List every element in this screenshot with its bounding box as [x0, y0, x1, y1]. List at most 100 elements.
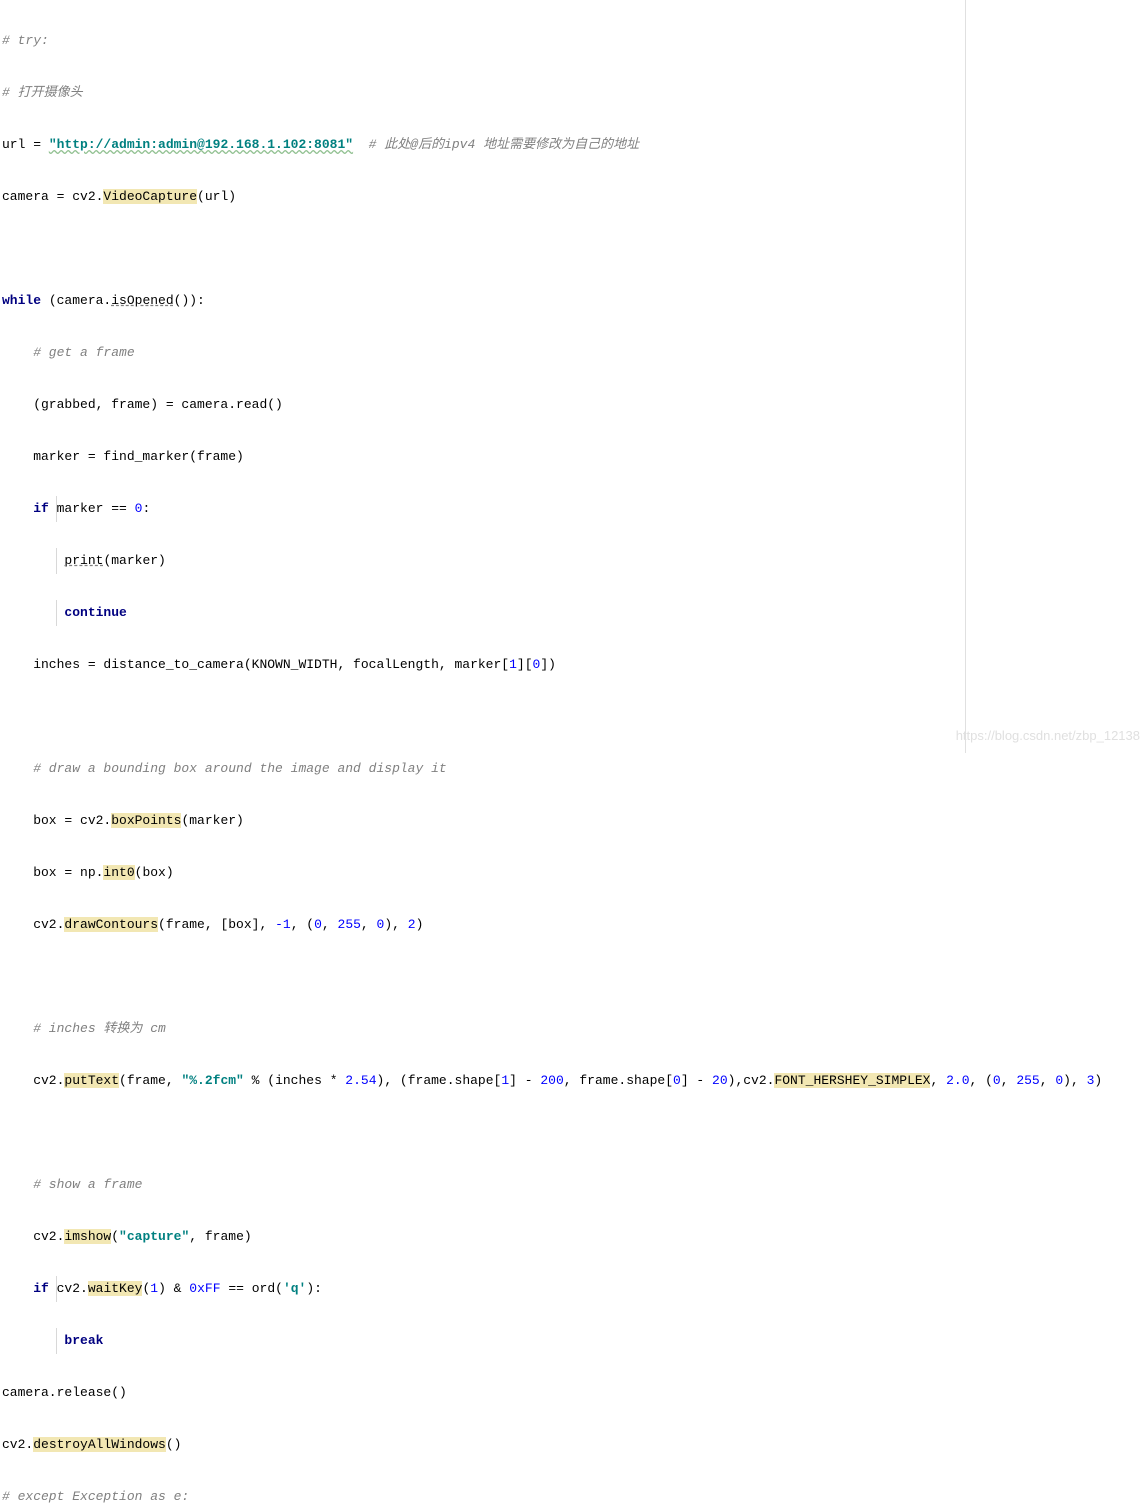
code-text: ()): [174, 293, 205, 308]
code-text: , ( [970, 1073, 993, 1088]
code-line: # try: [2, 28, 1146, 54]
number-literal: 0 [993, 1073, 1001, 1088]
number-literal: 2 [408, 917, 416, 932]
string-literal: "capture" [119, 1229, 189, 1244]
code-line: # get a frame [2, 340, 1146, 366]
code-text: ), [384, 917, 407, 932]
code-line: # inches 转换为 cm [2, 1016, 1146, 1042]
code-text: (camera. [41, 293, 111, 308]
code-text: ),cv2. [728, 1073, 775, 1088]
code-text: (marker) [103, 553, 165, 568]
code-text: (url) [197, 189, 236, 204]
number-literal: 1 [509, 657, 517, 672]
highlighted-identifier: putText [64, 1073, 119, 1088]
code-line: print(marker) [2, 548, 1146, 574]
code-text: (frame, [119, 1073, 181, 1088]
code-text: ) [1094, 1073, 1102, 1088]
code-text: cv2. [49, 1281, 88, 1296]
code-line: if cv2.waitKey(1) & 0xFF == ord('q'): [2, 1276, 1146, 1302]
comment-text: # draw a bounding box around the image a… [2, 761, 447, 776]
comment-text: # 打开摄像头 [2, 85, 83, 100]
blank-line [2, 236, 1146, 262]
code-text: , [1040, 1073, 1056, 1088]
code-line: camera.release() [2, 1380, 1146, 1406]
code-line: if marker == 0: [2, 496, 1146, 522]
code-text: ), (frame.shape[ [377, 1073, 502, 1088]
number-literal: 0 [1055, 1073, 1063, 1088]
keyword: if [33, 1281, 49, 1296]
number-literal: 3 [1087, 1073, 1095, 1088]
string-literal: "http://admin:admin@192.168.1.102:8081" [49, 137, 353, 152]
number-literal: 0 [673, 1073, 681, 1088]
code-text: cv2. [2, 1229, 64, 1244]
highlighted-identifier: imshow [64, 1229, 111, 1244]
number-literal: 1 [501, 1073, 509, 1088]
code-text: cv2. [2, 917, 64, 932]
keyword: break [64, 1333, 103, 1348]
string-literal: "%.2fcm" [181, 1073, 243, 1088]
code-text: , [322, 917, 338, 932]
code-text: (box) [135, 865, 174, 880]
code-text: url = [2, 137, 49, 152]
code-text: box = np. [2, 865, 103, 880]
code-text: camera = cv2. [2, 189, 103, 204]
number-literal: 0 [377, 917, 385, 932]
code-editor-content: # try: # 打开摄像头 url = "http://admin:admin… [0, 0, 1146, 1506]
code-line: url = "http://admin:admin@192.168.1.102:… [2, 132, 1146, 158]
number-literal: 255 [1016, 1073, 1039, 1088]
code-text: cv2. [2, 1073, 64, 1088]
number-literal: 1 [150, 1281, 158, 1296]
code-line: # show a frame [2, 1172, 1146, 1198]
comment-text: # try: [2, 33, 49, 48]
highlighted-identifier: int0 [103, 865, 134, 880]
comment-text: # get a frame [2, 345, 135, 360]
comment-text: # inches 转换为 cm [2, 1021, 166, 1036]
code-text: inches = distance_to_camera(KNOWN_WIDTH,… [2, 657, 509, 672]
comment-text: # except Exception as e: [2, 1489, 189, 1504]
highlighted-identifier: destroyAllWindows [33, 1437, 166, 1452]
code-text: , frame.shape[ [564, 1073, 673, 1088]
number-literal: 0 [314, 917, 322, 932]
comment-text: # 此处@后的ipv4 地址需要修改为自己的地址 [353, 137, 639, 152]
string-literal: 'q' [283, 1281, 306, 1296]
code-line: cv2.imshow("capture", frame) [2, 1224, 1146, 1250]
code-text: marker == [49, 501, 135, 516]
blank-line [2, 964, 1146, 990]
code-text: , [930, 1073, 946, 1088]
code-text: ): [306, 1281, 322, 1296]
number-literal: 0xFF [189, 1281, 220, 1296]
code-text: ) [416, 917, 424, 932]
builtin-func: print [64, 553, 103, 568]
code-text: , [1001, 1073, 1017, 1088]
number-literal: 20 [712, 1073, 728, 1088]
code-text: , frame) [189, 1229, 251, 1244]
code-text: , ( [291, 917, 314, 932]
highlighted-identifier: waitKey [88, 1281, 143, 1296]
code-text: % (inches * [244, 1073, 345, 1088]
code-text: (grabbed, frame) = camera.read() [2, 397, 283, 412]
highlighted-identifier: VideoCapture [103, 189, 197, 204]
keyword: while [2, 293, 41, 308]
highlighted-identifier: FONT_HERSHEY_SIMPLEX [774, 1073, 930, 1088]
code-line: # draw a bounding box around the image a… [2, 756, 1146, 782]
code-line: marker = find_marker(frame) [2, 444, 1146, 470]
editor-right-margin [965, 0, 966, 753]
method-call: isOpened [111, 293, 173, 308]
code-text: , [361, 917, 377, 932]
code-text: box = cv2. [2, 813, 111, 828]
code-text: (marker) [181, 813, 243, 828]
number-literal: 200 [540, 1073, 563, 1088]
blank-line [2, 1120, 1146, 1146]
code-text: ) & [158, 1281, 189, 1296]
code-text: marker = find_marker(frame) [2, 449, 244, 464]
code-text: ]) [540, 657, 556, 672]
code-text: : [142, 501, 150, 516]
code-text: camera.release() [2, 1385, 127, 1400]
code-text: ( [142, 1281, 150, 1296]
code-line: box = np.int0(box) [2, 860, 1146, 886]
highlighted-identifier: drawContours [64, 917, 158, 932]
code-text: ( [111, 1229, 119, 1244]
keyword: continue [64, 605, 126, 620]
number-literal: 2.54 [345, 1073, 376, 1088]
number-literal: 255 [338, 917, 361, 932]
